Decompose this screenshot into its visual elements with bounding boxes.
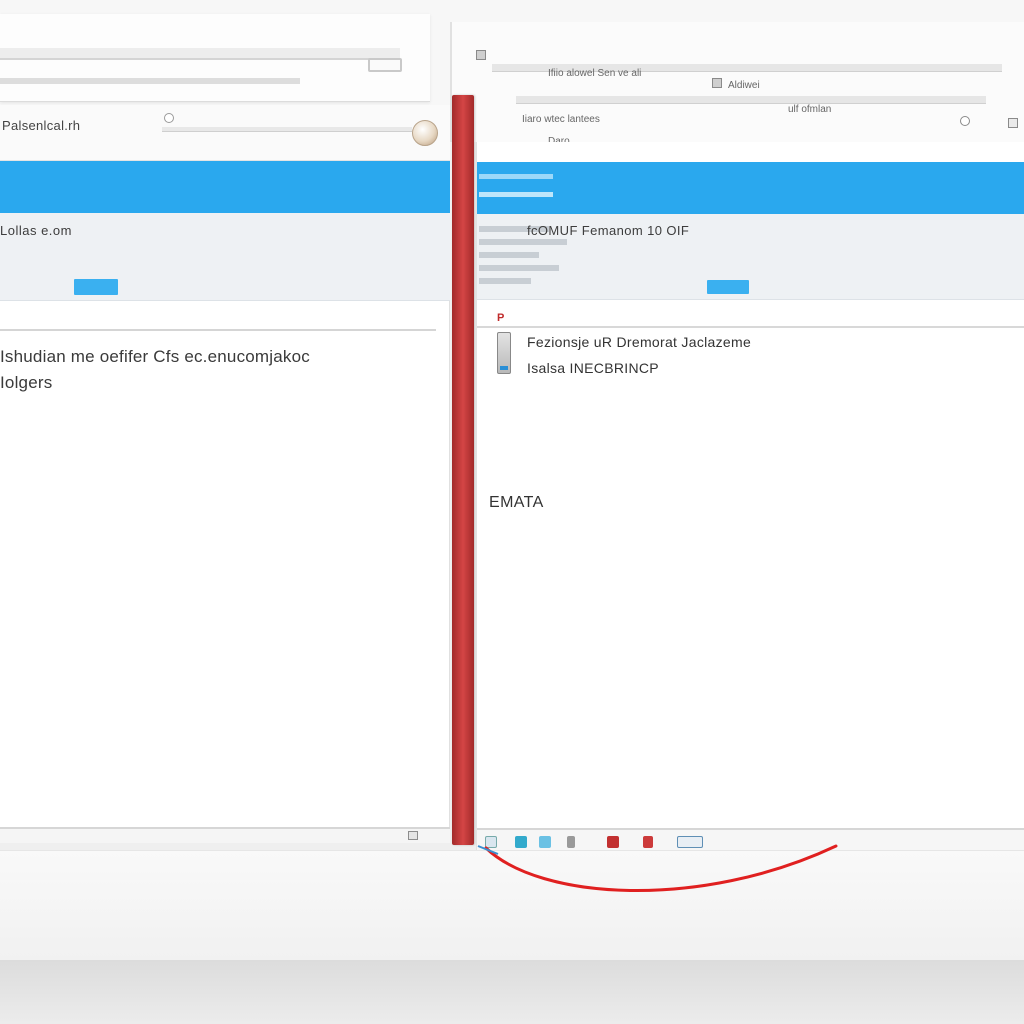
top-right-tab-row	[516, 96, 986, 104]
top-left-progress-line	[0, 78, 300, 84]
right-mid-label: EMATA	[489, 494, 544, 511]
chart-icon[interactable]	[515, 836, 527, 848]
top-right-window-icon[interactable]	[476, 50, 486, 60]
left-divider	[0, 329, 436, 331]
left-body-line: Ishudian me oefifer Cfs ec.enucomjakoc	[0, 347, 310, 366]
left-window-pane: Palsenlcal.rh Lollas e.om Ishudian me oe…	[0, 105, 450, 843]
top-right-label: Ifiio alowel Sen ve ali	[548, 68, 642, 79]
top-right-window-frame: Ifiio alowel Sen ve ali Aldiwei Iiaro wt…	[450, 22, 1024, 147]
top-right-label: Aldiwei	[728, 80, 760, 91]
top-right-expand-icon[interactable]	[1008, 118, 1018, 128]
right-item-line[interactable]: Isalsa INECBRINCP	[527, 360, 659, 376]
left-address-track[interactable]	[162, 127, 412, 132]
right-blue-banner	[477, 162, 1024, 214]
left-search-icon[interactable]	[164, 113, 174, 123]
top-right-label: Iiaro wtec lantees	[522, 114, 600, 125]
top-right-menu-icon[interactable]	[712, 78, 722, 88]
top-left-address-bar[interactable]	[0, 48, 400, 60]
left-title-row: Palsenlcal.rh	[0, 105, 450, 161]
battery-icon	[497, 332, 511, 374]
right-item-line[interactable]: Fezionsje uR Dremorat Jaclazeme	[527, 334, 751, 350]
bars-icon[interactable]	[567, 836, 575, 848]
desk-surface	[0, 850, 1024, 960]
flag-icon[interactable]	[643, 836, 653, 848]
right-action-button[interactable]	[707, 280, 749, 294]
top-left-toggle-button[interactable]	[368, 58, 402, 72]
right-divider	[477, 326, 1024, 328]
window-icon[interactable]	[485, 836, 497, 848]
folder-icon[interactable]	[677, 836, 703, 848]
desk-edge	[0, 960, 1024, 1024]
left-window-title: Palsenlcal.rh	[2, 118, 81, 133]
right-window-pane: fcOMUF Femanom 10 OIF P Fezionsje uR Dre…	[476, 142, 1024, 852]
left-body-line: Iolgers	[0, 373, 53, 392]
left-profile-orb-icon[interactable]	[412, 120, 438, 146]
app-red-icon[interactable]	[607, 836, 619, 848]
left-sub-label: Lollas e.om	[0, 223, 72, 238]
red-split-handle[interactable]	[452, 95, 474, 845]
right-footer-taskbar	[477, 828, 1024, 852]
left-blue-banner	[0, 161, 450, 213]
top-left-window-frame	[0, 14, 430, 102]
left-footer-bar	[0, 827, 450, 843]
right-sub-label: fcOMUF Femanom 10 OIF	[527, 223, 690, 238]
left-footer-window-icon[interactable]	[408, 831, 418, 840]
top-right-help-icon[interactable]	[960, 116, 970, 126]
right-error-mark: P	[497, 312, 505, 324]
chat-icon[interactable]	[539, 836, 551, 848]
right-banner-stripe	[479, 192, 553, 197]
right-banner-stripe	[479, 174, 553, 179]
left-action-button[interactable]	[74, 279, 118, 295]
top-right-label: ulf ofmlan	[788, 104, 832, 115]
